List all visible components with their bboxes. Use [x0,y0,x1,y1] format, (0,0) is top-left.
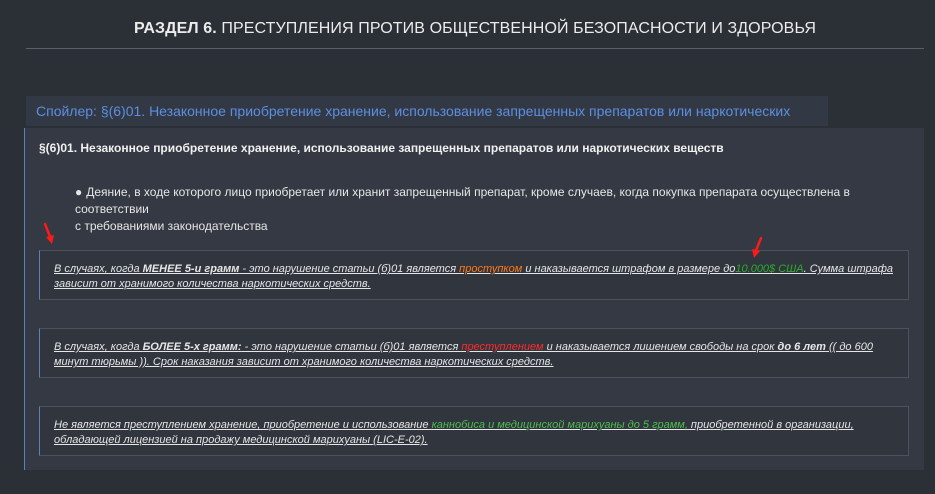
quote2-text-1: В случаях, когда [54,341,143,353]
red-arrow-icon [752,236,763,258]
quote2-crime-highlight: преступлением [461,341,544,353]
quote-exception: Не является преступлением хранение, прио… [39,406,909,456]
spoiler-content: §(6)01. Незаконное приобретение хранение… [24,128,924,470]
spoiler-toggle[interactable]: Спойлер: §(6)01. Незаконное приобретение… [26,96,828,149]
quote-minor-offense: В случаях, когда МЕНЕЕ 5-и грамм - это н… [39,250,909,300]
page-title: РАЗДЕЛ 6. ПРЕСТУПЛЕНИЯ ПРОТИВ ОБЩЕСТВЕНН… [134,20,816,38]
quote-felony: В случаях, когда БОЛЕЕ 5-х грамм: - это … [39,328,909,378]
bullet-dot: ● [75,185,83,199]
page-title-bold: РАЗДЕЛ 6. [134,20,217,37]
bullet-text-line1: Деяние, в ходе которого лицо приобретает… [75,185,850,216]
quote3-text-1: Не является преступлением хранение, прио… [54,419,432,431]
bullet-item: ● Деяние, в ходе которого лицо приобретае… [75,184,911,235]
quote3-cannabis-highlight: каннобиса и медицинской марихуаны до 5 г… [431,419,688,431]
quote2-bold-term: до 6 лет [777,341,826,353]
quote1-text-2: - это нарушение статьи (б)01 является [239,263,460,275]
red-arrow-icon [43,222,54,244]
page-title-rest: ПРЕСТУПЛЕНИЯ ПРОТИВ ОБЩЕСТВЕННОЙ БЕЗОПАС… [216,20,816,37]
quote1-fine-highlight: 10.000$ США [735,263,804,275]
quote2-bold-amount: БОЛЕЕ 5-х грамм: [142,341,242,353]
bullet-text-line2: с требованиями законодательства [75,219,268,233]
quote1-misdemeanor-highlight: проступком [459,263,523,275]
article-title: §(6)01. Незаконное приобретение хранение… [39,141,724,155]
quote1-text-1: В случаях, когда [54,263,143,275]
quote1-bold-amount: МЕНЕЕ 5-и грамм [142,263,240,275]
quote1-text-3: и наказывается штрафом в размере до [522,263,736,275]
section-header: РАЗДЕЛ 6. ПРЕСТУПЛЕНИЯ ПРОТИВ ОБЩЕСТВЕНН… [26,0,924,49]
quote2-text-3: и наказывается лишением свободы на срок [543,341,778,353]
quote2-text-2: - это нарушение статьи (б)01 является [241,341,462,353]
